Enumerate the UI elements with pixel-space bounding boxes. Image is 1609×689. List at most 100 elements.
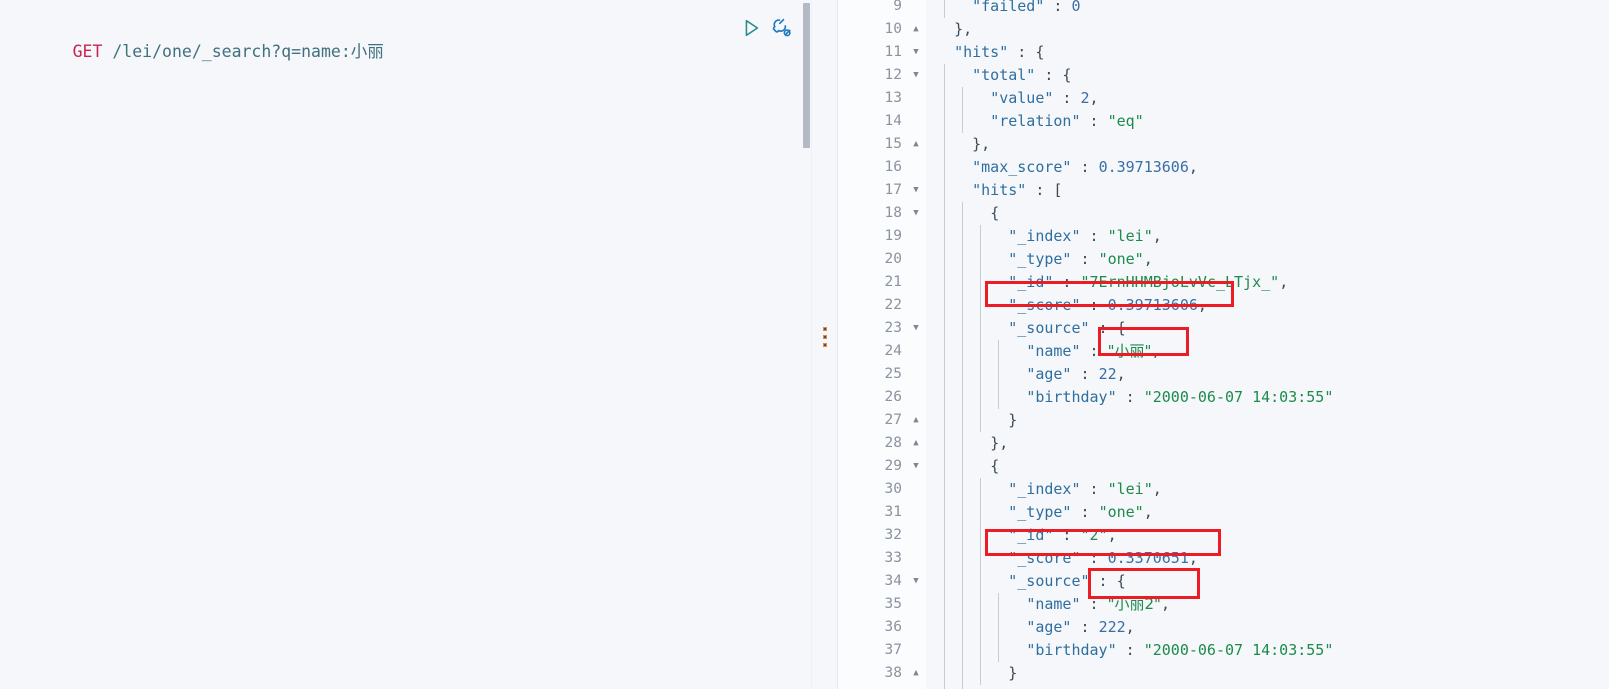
code-token: "birthday" [1026, 388, 1117, 406]
fold-down-icon[interactable]: ▼ [906, 179, 926, 202]
code-token: "one" [1098, 503, 1144, 521]
editor-actions [740, 17, 793, 39]
code-line: 27 ▲ } [838, 409, 1609, 432]
code-text: { [926, 455, 1609, 478]
code-token: "2000-06-07 14:03:55" [1143, 641, 1334, 659]
code-token: "2" [1080, 526, 1108, 544]
code-token: "_score" [1008, 549, 1081, 567]
code-text: "birthday" : "2000-06-07 14:03:55" [926, 386, 1609, 409]
code-text: "_type" : "one", [926, 501, 1609, 524]
code-text: "max_score" : 0.39713606, [926, 156, 1609, 179]
line-number: 21 [838, 271, 906, 294]
code-text: } [926, 685, 1609, 689]
code-token: "_index" [1008, 480, 1081, 498]
splitter-grip-icon[interactable] [822, 327, 827, 347]
code-token: "hits" [972, 181, 1027, 199]
request-path: /lei/one/_search?q=name: [112, 42, 351, 61]
code-token: , [1152, 480, 1162, 498]
code-token: 0.39713606 [1107, 296, 1198, 314]
fold-down-icon[interactable]: ▼ [906, 317, 926, 340]
fold-up-icon[interactable]: ▲ [906, 133, 926, 156]
fold-up-icon[interactable]: ▲ [906, 409, 926, 432]
code-token: "age" [1026, 365, 1072, 383]
code-token: "2000-06-07 14:03:55" [1143, 388, 1334, 406]
fold-spacer [906, 616, 926, 639]
fold-spacer [906, 685, 926, 689]
code-token: : { [1035, 66, 1072, 84]
wrench-icon[interactable] [771, 17, 793, 39]
fold-up-icon[interactable]: ▲ [906, 432, 926, 455]
code-token: }, [990, 434, 1009, 452]
code-token: : [1071, 503, 1099, 521]
code-text: "_index" : "lei", [926, 225, 1609, 248]
code-token: 0 [1071, 0, 1081, 15]
code-token: : [1080, 549, 1108, 567]
code-token: : [1116, 641, 1144, 659]
code-token: : [1071, 365, 1099, 383]
fold-down-icon[interactable]: ▼ [906, 41, 926, 64]
fold-down-icon[interactable]: ▼ [906, 202, 926, 225]
code-token: : [1053, 273, 1081, 291]
code-line: 14 "relation" : "eq" [838, 110, 1609, 133]
code-line: 37 "birthday" : "2000-06-07 14:03:55" [838, 639, 1609, 662]
code-token: "_index" [1008, 227, 1081, 245]
response-viewer-pane[interactable]: 9 "failed" : 0 10 ▲ }, 11 ▼ "hits" : {12 ▼ "t… [837, 0, 1609, 689]
line-number: 16 [838, 156, 906, 179]
code-line: 39 } [838, 685, 1609, 689]
line-number: 13 [838, 87, 906, 110]
line-number: 37 [838, 639, 906, 662]
play-icon[interactable] [740, 17, 762, 39]
pane-splitter[interactable] [811, 0, 837, 689]
fold-spacer [906, 294, 926, 317]
code-token: } [1008, 411, 1018, 429]
code-token: "_score" [1008, 296, 1081, 314]
code-line: 20 "_type" : "one", [838, 248, 1609, 271]
line-number: 14 [838, 110, 906, 133]
line-number: 26 [838, 386, 906, 409]
code-text: "failed" : 0 [926, 0, 1609, 18]
code-token: : { [1089, 319, 1126, 337]
fold-up-icon[interactable]: ▲ [906, 662, 926, 685]
fold-spacer [906, 639, 926, 662]
request-editor-pane[interactable]: GET /lei/one/_search?q=name:小丽 [0, 0, 811, 689]
code-line: 24 "name" : "小丽", [838, 340, 1609, 363]
code-token: { [990, 204, 1000, 222]
code-text: "_source" : { [926, 570, 1609, 593]
code-token: : [1080, 595, 1108, 613]
code-token: "eq" [1107, 112, 1144, 130]
code-line: 22 "_score" : 0.39713606, [838, 294, 1609, 317]
code-line: 25 "age" : 22, [838, 363, 1609, 386]
grip-dot [822, 335, 827, 339]
code-token: "total" [972, 66, 1036, 84]
code-text: "_score" : 0.39713606, [926, 294, 1609, 317]
request-query-line[interactable]: GET /lei/one/_search?q=name:小丽 [13, 16, 384, 88]
fold-up-icon[interactable]: ▲ [906, 18, 926, 41]
scrollbar-thumb[interactable] [803, 3, 810, 148]
line-number: 12 [838, 64, 906, 87]
line-number: 28 [838, 432, 906, 455]
code-line: 13 "value" : 2, [838, 87, 1609, 110]
code-line: 38 ▲ } [838, 662, 1609, 685]
fold-down-icon[interactable]: ▼ [906, 455, 926, 478]
code-token: "name" [1026, 595, 1081, 613]
request-editor-scrollbar[interactable] [802, 0, 811, 689]
fold-down-icon[interactable]: ▼ [906, 570, 926, 593]
code-token: "one" [1098, 250, 1144, 268]
code-text: "_id" : "2", [926, 524, 1609, 547]
fold-down-icon[interactable]: ▼ [906, 64, 926, 87]
code-token: : [1044, 0, 1072, 15]
response-scroll-area[interactable]: 9 "failed" : 0 10 ▲ }, 11 ▼ "hits" : {12 ▼ "t… [838, 0, 1609, 689]
